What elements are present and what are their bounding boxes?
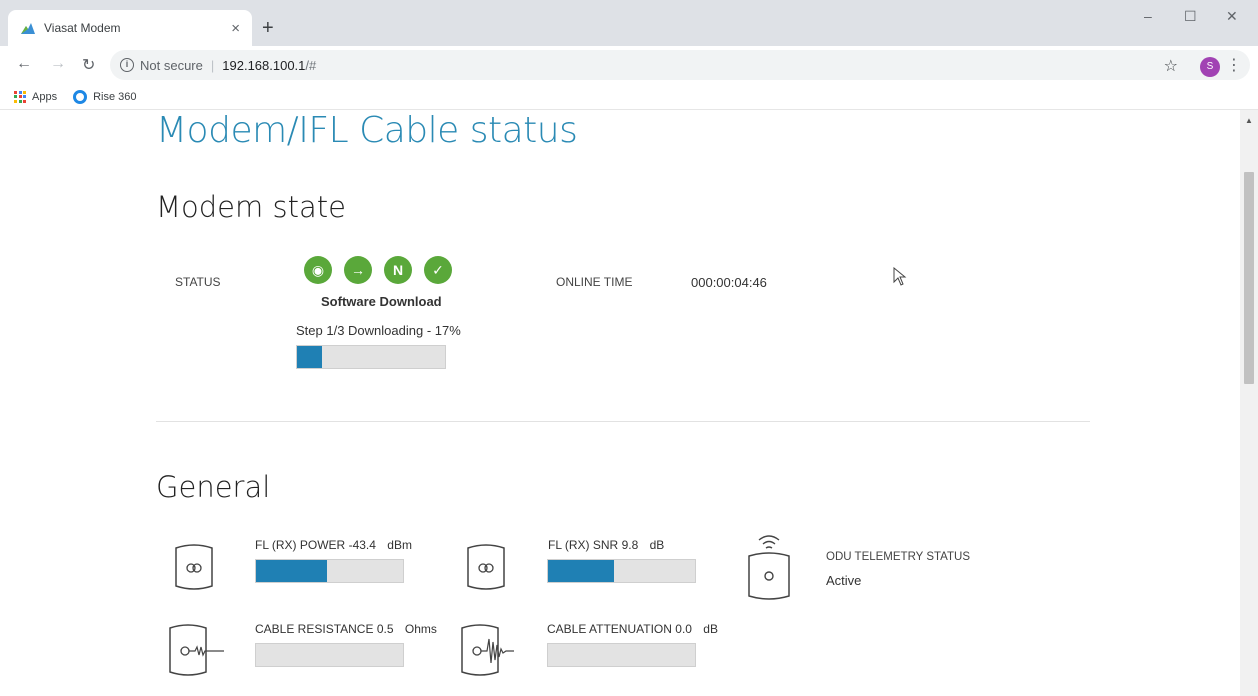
cable-attenuation-bar	[547, 643, 696, 667]
cable-resistance-icon	[169, 624, 224, 676]
viasat-favicon-icon	[21, 23, 35, 34]
not-secure-label: Not secure	[140, 57, 203, 73]
fl-power-bar	[255, 559, 404, 583]
page-viewport: Modem/IFL Cable status Modem state STATU…	[0, 110, 1240, 696]
download-progress-bar	[296, 345, 446, 369]
check-icon: ✓	[424, 256, 452, 284]
bookmark-star-icon[interactable]: ☆	[1164, 56, 1178, 76]
fl-snr-unit: dB	[649, 538, 665, 552]
download-progress-fill	[297, 346, 323, 368]
cable-resistance-label: CABLE RESISTANCE	[255, 622, 374, 636]
bookmark-rise-360[interactable]: Rise 360	[73, 89, 137, 104]
download-step-text: Step 1/3 Downloading - 17%	[296, 323, 461, 338]
menu-kebab-icon[interactable]: ⋮	[1226, 55, 1242, 75]
modem-snr-icon	[467, 544, 505, 590]
maximize-icon[interactable]: ☐	[1184, 8, 1197, 25]
reload-icon[interactable]: ↻	[82, 55, 95, 75]
browser-tabstrip: Viasat Modem × + – ☐ ✕	[0, 0, 1258, 46]
url-path: /#	[305, 57, 317, 73]
minimize-icon[interactable]: –	[1144, 8, 1152, 24]
modem-state-heading: Modem state	[156, 190, 346, 224]
url-host: 192.168.100.1	[222, 57, 306, 73]
cable-resistance-unit: Ohms	[404, 622, 437, 636]
scroll-up-icon[interactable]: ▲	[1245, 116, 1253, 125]
rise-360-icon	[73, 89, 88, 104]
url-separator: |	[210, 57, 215, 73]
back-icon[interactable]: ←	[16, 55, 32, 73]
bookmarks-bar: Apps Rise 360	[0, 84, 1258, 110]
mouse-cursor-icon	[893, 267, 907, 286]
general-heading: General	[156, 470, 271, 504]
odu-telemetry-icon	[748, 535, 790, 600]
cable-attenuation-value: 0.0	[675, 622, 692, 636]
odu-telemetry-label: ODU TELEMETRY STATUS	[826, 551, 970, 563]
cable-resistance-bar	[255, 643, 404, 667]
online-time-value: 000:00:04:46	[691, 275, 767, 290]
tab-close-icon[interactable]: ×	[231, 20, 240, 37]
odu-telemetry-value: Active	[826, 573, 862, 588]
tab-title: Viasat Modem	[44, 21, 121, 35]
fl-snr-row: FL (RX) SNR 9.8 dB	[548, 538, 664, 552]
profile-avatar[interactable]: S	[1200, 57, 1220, 77]
fl-snr-value: 9.8	[621, 538, 639, 552]
fl-snr-bar-fill	[548, 560, 615, 582]
forward-icon[interactable]: →	[50, 55, 66, 73]
status-label: STATUS	[175, 275, 221, 289]
fl-power-bar-fill	[256, 560, 327, 582]
network-icon: N	[384, 256, 412, 284]
new-tab-button[interactable]: +	[262, 17, 274, 40]
receive-icon: ◉	[304, 256, 332, 284]
fl-power-label: FL (RX) POWER	[255, 538, 346, 552]
fl-power-value: -43.4	[348, 538, 376, 552]
modem-power-icon	[175, 544, 213, 590]
cable-resistance-value: 0.5	[376, 622, 394, 636]
page-title: Modem/IFL Cable status	[156, 110, 578, 151]
status-text: Software Download	[321, 294, 442, 309]
apps-grid-icon	[14, 90, 26, 103]
transmit-icon: →	[344, 256, 372, 284]
cable-attenuation-unit: dB	[703, 622, 718, 636]
address-bar[interactable]: i Not secure | 192.168.100.1 /#	[110, 50, 1250, 80]
browser-tab-active[interactable]: Viasat Modem ×	[8, 10, 252, 46]
fl-snr-label: FL (RX) SNR	[548, 538, 619, 552]
bookmark-apps-label: Apps	[32, 90, 58, 103]
cable-resistance-row: CABLE RESISTANCE 0.5 Ohms	[255, 622, 437, 636]
fl-power-row: FL (RX) POWER -43.4 dBm	[255, 538, 412, 552]
page-scrollbar[interactable]: ▲	[1240, 110, 1258, 696]
cable-attenuation-icon	[461, 624, 514, 676]
bookmark-rise-label: Rise 360	[93, 90, 137, 103]
bookmark-apps[interactable]: Apps	[14, 90, 58, 103]
close-window-icon[interactable]: ✕	[1226, 8, 1238, 25]
online-time-label: ONLINE TIME	[556, 275, 633, 289]
scroll-thumb[interactable]	[1244, 172, 1254, 384]
cable-attenuation-label: CABLE ATTENUATION	[547, 622, 672, 636]
status-icon-row: ◉ → N ✓	[304, 256, 452, 284]
section-divider	[156, 421, 1090, 422]
info-icon[interactable]: i	[120, 58, 134, 72]
fl-snr-bar	[547, 559, 696, 583]
fl-power-unit: dBm	[387, 538, 412, 552]
cable-attenuation-row: CABLE ATTENUATION 0.0 dB	[547, 622, 718, 636]
browser-toolbar: ← → ↻ i Not secure | 192.168.100.1 /# ☆ …	[0, 46, 1258, 84]
